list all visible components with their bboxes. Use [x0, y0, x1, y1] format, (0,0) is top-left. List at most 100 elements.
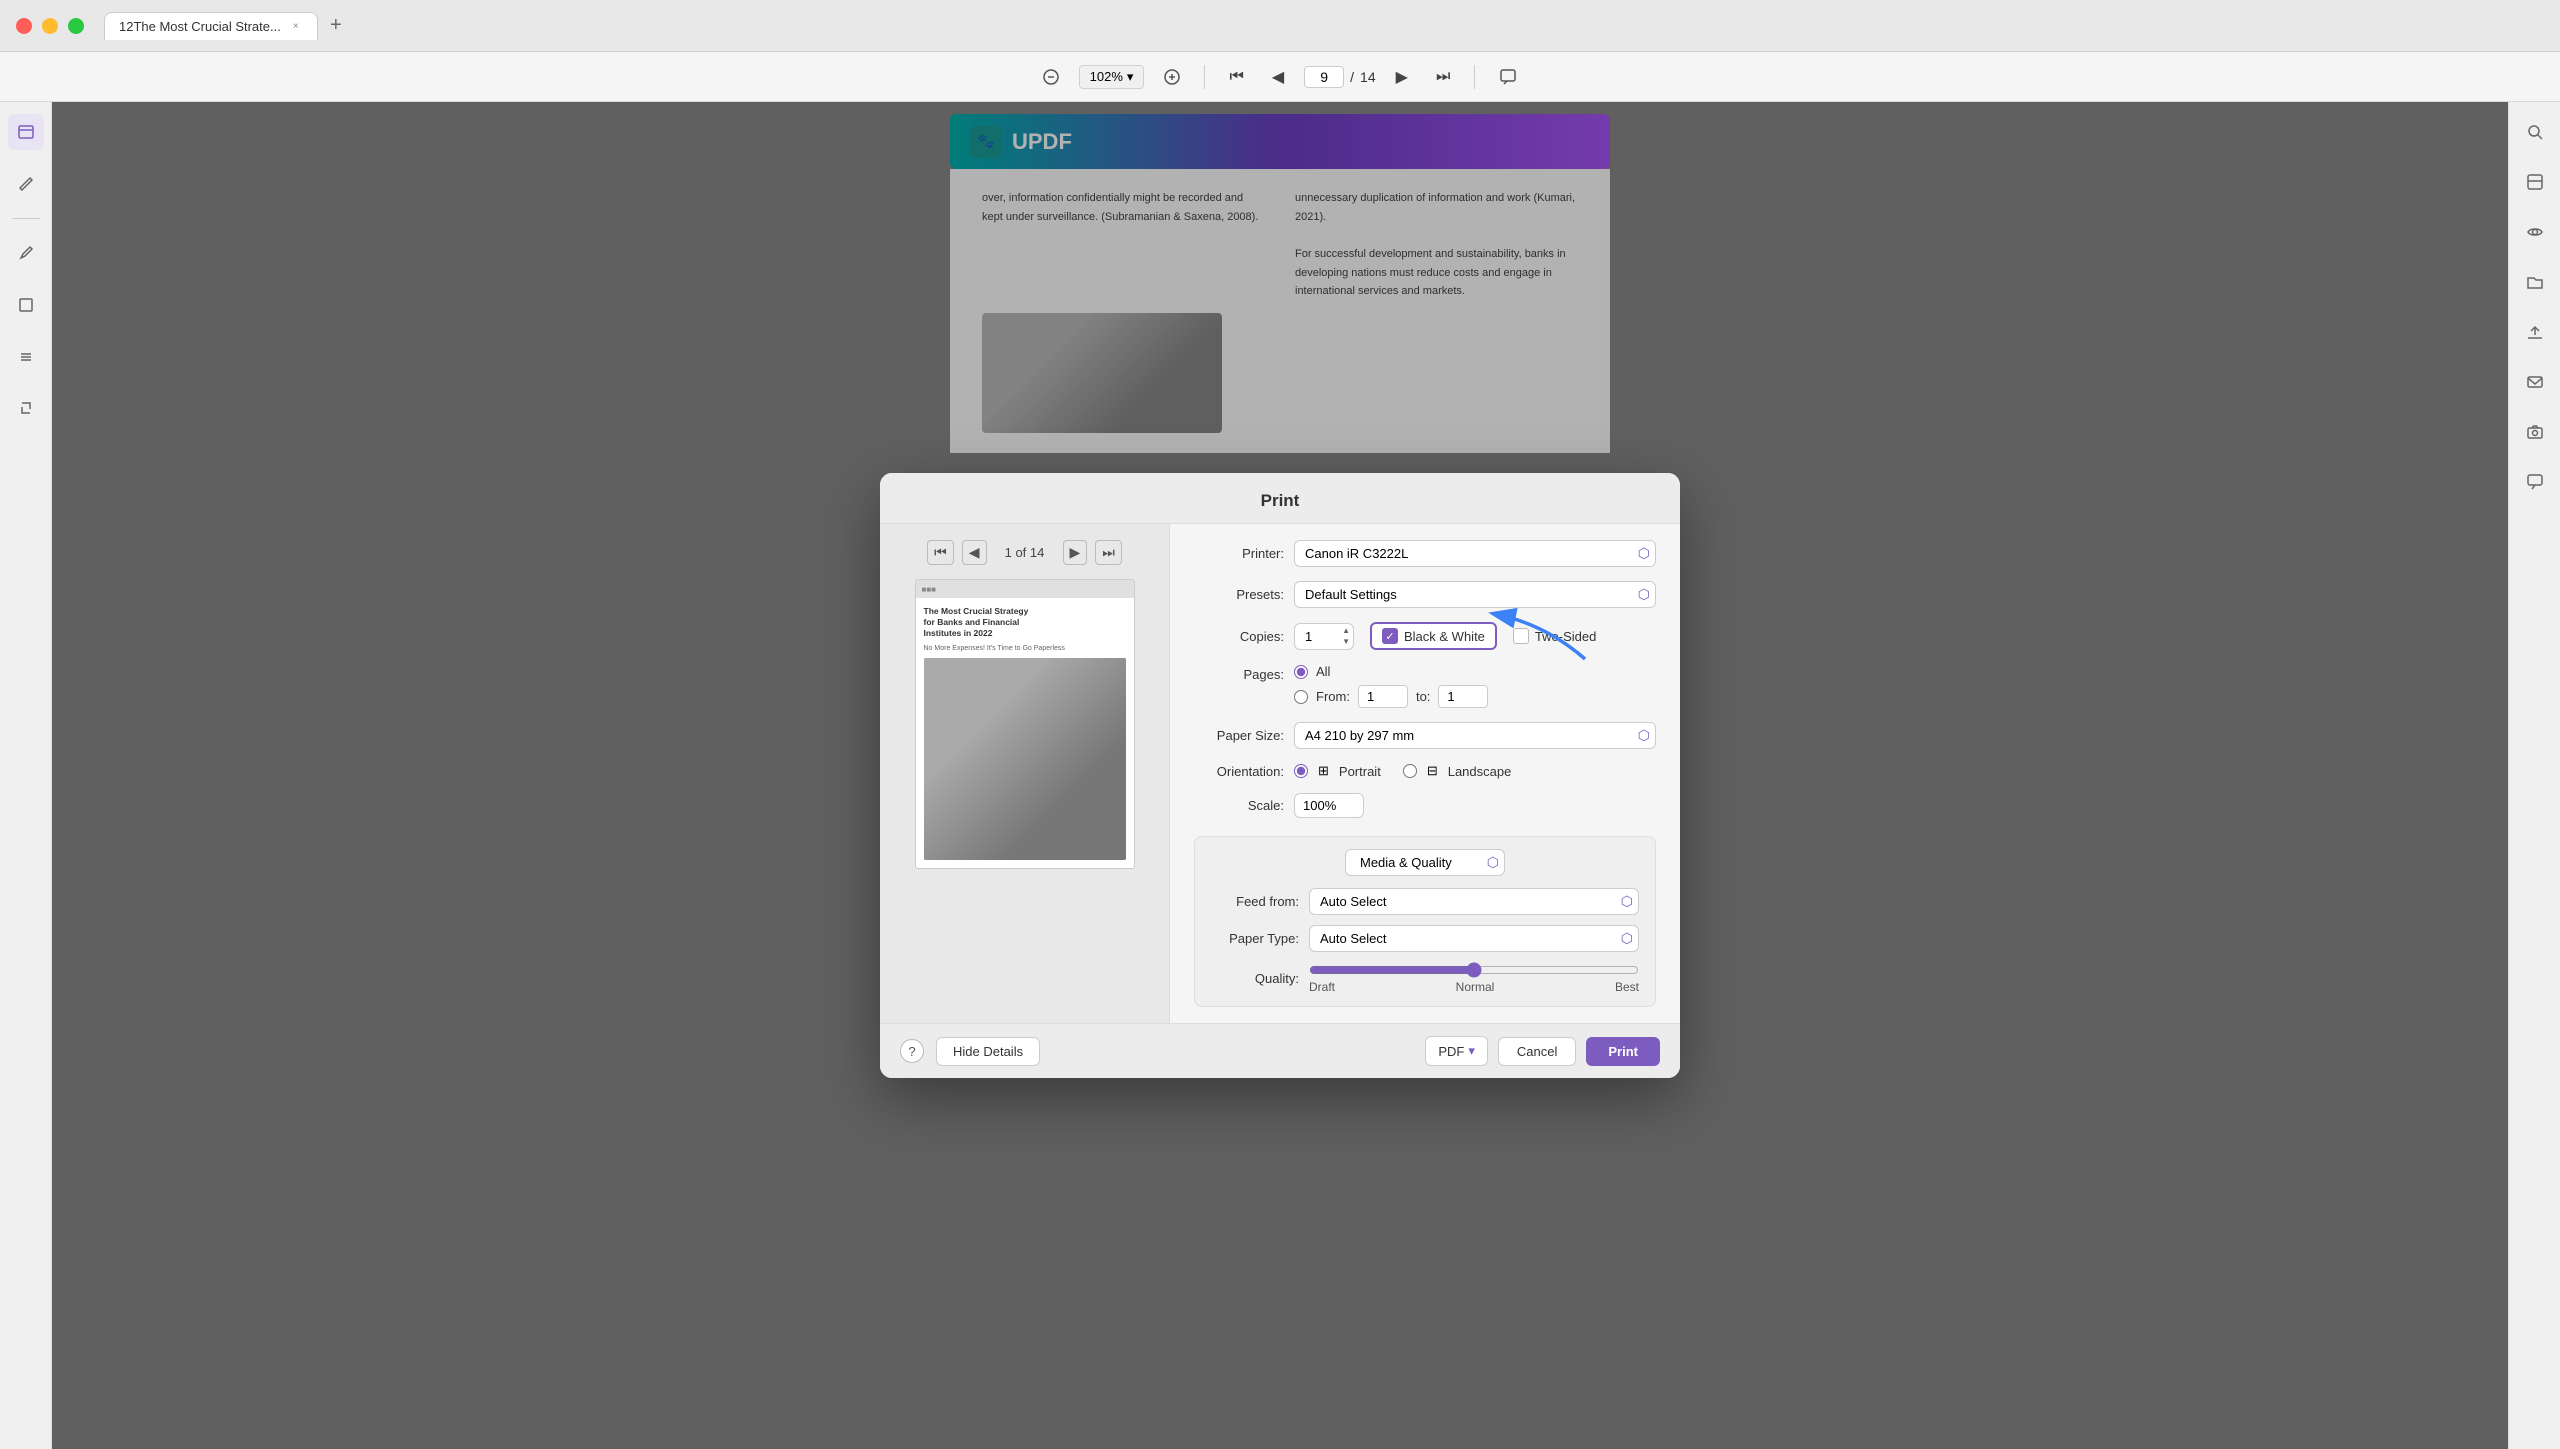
pages-all-radio[interactable] — [1294, 665, 1308, 679]
presets-select[interactable]: Default Settings — [1294, 581, 1656, 608]
mq-select[interactable]: Media & Quality — [1345, 849, 1505, 876]
presets-label: Presets: — [1194, 587, 1284, 602]
zoom-out-button[interactable] — [1035, 65, 1067, 89]
pages-range-radio[interactable] — [1294, 690, 1308, 704]
bw-checkbox-check: ✓ — [1382, 628, 1398, 644]
footer-left: ? Hide Details — [900, 1037, 1040, 1066]
preview-panel: ⏮ ◀ 1 of 14 ▶ ⏭ ■■■ — [880, 524, 1170, 1023]
zoom-value: 102% — [1090, 69, 1123, 84]
cancel-button[interactable]: Cancel — [1498, 1037, 1576, 1066]
papersize-label: Paper Size: — [1194, 728, 1284, 743]
page-total: 14 — [1360, 69, 1376, 85]
bw-checkbox-wrapper[interactable]: ✓ Black & White — [1370, 622, 1497, 650]
printer-select[interactable]: Canon iR C3222L — [1294, 540, 1656, 567]
quality-best-label: Best — [1615, 980, 1639, 994]
dialog-title: Print — [880, 473, 1680, 524]
zoom-level-display[interactable]: 102% ▾ — [1079, 65, 1145, 89]
maximize-button[interactable] — [68, 18, 84, 34]
right-sidebar-folder[interactable] — [2517, 264, 2553, 300]
twosided-label: Two-Sided — [1535, 629, 1596, 644]
minimize-button[interactable] — [42, 18, 58, 34]
main-area: 🐾 UPDF over, information confidentially … — [0, 102, 2560, 1449]
last-page-prev-button[interactable]: ⏭ — [1095, 540, 1122, 565]
portrait-radio[interactable] — [1294, 764, 1308, 778]
left-sidebar — [0, 102, 52, 1449]
pages-range-row: From: to: — [1294, 685, 1488, 708]
prev-page-button[interactable]: ◀ — [1264, 63, 1292, 91]
pages-from-label: From: — [1316, 689, 1350, 704]
page-nav: / 14 — [1304, 66, 1375, 88]
first-page-prev-button[interactable]: ⏮ — [927, 540, 954, 565]
pages-all-row: All — [1294, 664, 1488, 679]
first-page-button[interactable]: ⏮ — [1221, 64, 1251, 90]
page-number-input[interactable] — [1304, 66, 1344, 88]
preview-image: ■■■ The Most Crucial Strategy for Banks … — [915, 579, 1135, 869]
hide-details-button[interactable]: Hide Details — [936, 1037, 1040, 1066]
print-button[interactable]: Print — [1586, 1037, 1660, 1066]
next-page-prev-button[interactable]: ▶ — [1063, 540, 1088, 565]
twosided-checkbox[interactable] — [1513, 628, 1529, 644]
quality-label: Quality: — [1211, 971, 1299, 986]
mq-header: Media & Quality ⬡ — [1211, 849, 1639, 876]
landscape-radio[interactable] — [1403, 764, 1417, 778]
copies-decrement[interactable]: ▼ — [1341, 637, 1351, 647]
sidebar-icon-home[interactable] — [8, 114, 44, 150]
right-sidebar-camera[interactable] — [2517, 414, 2553, 450]
toolbar: 102% ▾ ⏮ ◀ / 14 ▶ ⏭ — [0, 52, 2560, 102]
feed-from-label: Feed from: — [1211, 894, 1299, 909]
tab-label: 12The Most Crucial Strate... — [119, 19, 281, 34]
feed-from-select-wrapper: Auto Select ⬡ — [1309, 888, 1639, 915]
zoom-in-button[interactable] — [1156, 65, 1188, 89]
help-button[interactable]: ? — [900, 1039, 924, 1063]
right-sidebar-mail[interactable] — [2517, 364, 2553, 400]
new-tab-button[interactable]: + — [322, 12, 350, 40]
title-bar: 12The Most Crucial Strate... × + — [0, 0, 2560, 52]
sidebar-divider — [12, 218, 40, 219]
right-sidebar-eye[interactable] — [2517, 214, 2553, 250]
right-sidebar-view[interactable] — [2517, 164, 2553, 200]
dialog-footer: ? Hide Details PDF ▾ Cancel Print — [880, 1023, 1680, 1078]
close-button[interactable] — [16, 18, 32, 34]
quality-normal-label: Normal — [1456, 980, 1495, 994]
tab-close-icon[interactable]: × — [289, 19, 303, 33]
prev-page-prev-button[interactable]: ◀ — [962, 540, 987, 565]
feed-from-select[interactable]: Auto Select — [1309, 888, 1639, 915]
last-page-button[interactable]: ⏭ — [1428, 64, 1458, 90]
portrait-label: Portrait — [1339, 764, 1381, 779]
pages-to-input[interactable] — [1438, 685, 1488, 708]
pages-section: All From: to: — [1294, 664, 1488, 708]
sidebar-icon-shapes[interactable] — [8, 287, 44, 323]
paper-type-select[interactable]: Auto Select — [1309, 925, 1639, 952]
orientation-label: Orientation: — [1194, 764, 1284, 779]
sidebar-icon-organize[interactable] — [8, 339, 44, 375]
sidebar-icon-annotate[interactable] — [8, 235, 44, 271]
preview-doc-subtitle: No More Expenses! It's Time to Go Paperl… — [924, 645, 1126, 652]
right-sidebar-search[interactable] — [2517, 114, 2553, 150]
toolbar-divider-2 — [1474, 65, 1475, 89]
pdf-button[interactable]: PDF ▾ — [1425, 1036, 1488, 1066]
document-area: 🐾 UPDF over, information confidentially … — [52, 102, 2508, 1449]
media-quality-section: Media & Quality ⬡ Feed from: — [1194, 836, 1656, 1007]
comment-button[interactable] — [1491, 64, 1525, 90]
pages-row: Pages: All From: — [1194, 664, 1656, 708]
pages-to-label: to: — [1416, 689, 1430, 704]
copies-input-wrapper: ▲ ▼ — [1294, 623, 1354, 650]
quality-draft-label: Draft — [1309, 980, 1335, 994]
right-sidebar-upload[interactable] — [2517, 314, 2553, 350]
copies-label: Copies: — [1194, 629, 1284, 644]
pdf-dropdown-icon: ▾ — [1468, 1043, 1475, 1059]
tab-document[interactable]: 12The Most Crucial Strate... × — [104, 12, 318, 40]
right-sidebar-chat[interactable] — [2517, 464, 2553, 500]
papersize-select[interactable]: A4 210 by 297 mm — [1294, 722, 1656, 749]
preview-nav: ⏮ ◀ 1 of 14 ▶ ⏭ — [927, 540, 1122, 565]
pages-from-input[interactable] — [1358, 685, 1408, 708]
copies-increment[interactable]: ▲ — [1341, 626, 1351, 636]
scale-input[interactable] — [1294, 793, 1364, 818]
next-page-button[interactable]: ▶ — [1388, 63, 1416, 91]
footer-right: PDF ▾ Cancel Print — [1425, 1036, 1660, 1066]
scale-row: Scale: — [1194, 793, 1656, 818]
twosided-wrapper: Two-Sided — [1513, 628, 1596, 644]
quality-slider[interactable] — [1309, 962, 1639, 978]
sidebar-icon-convert[interactable] — [8, 391, 44, 427]
sidebar-icon-edit[interactable] — [8, 166, 44, 202]
